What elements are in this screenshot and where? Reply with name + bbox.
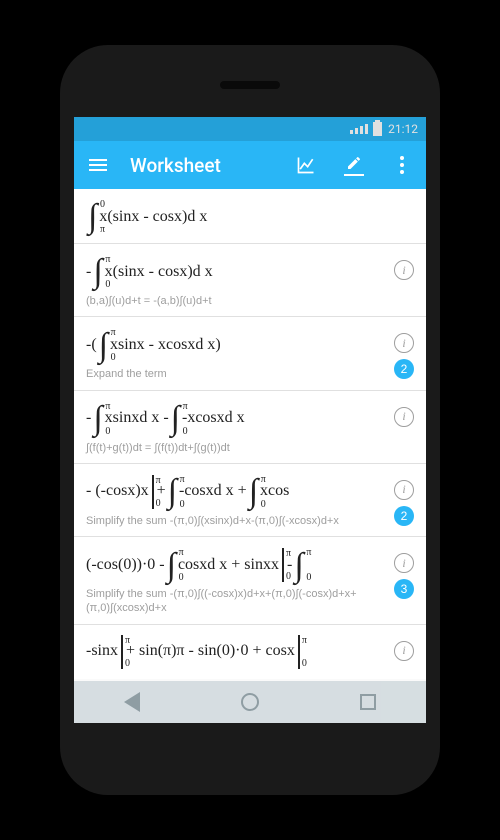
- eval-bar-icon: π 0: [282, 548, 284, 582]
- integral-icon: ∫ π 0: [171, 401, 180, 437]
- pencil-icon: [346, 155, 362, 171]
- signal-icon: [350, 124, 369, 134]
- info-button[interactable]: i: [394, 407, 414, 427]
- expr-text: x(sinx - cosx)d x: [99, 207, 207, 228]
- info-button[interactable]: i: [394, 480, 414, 500]
- integral-icon: ∫ π 0: [168, 474, 177, 510]
- integral-icon: ∫ 0 π: [88, 199, 97, 235]
- screen: 21:12 Worksheet: [74, 117, 426, 723]
- plot-button[interactable]: [290, 149, 322, 181]
- eval-bar-icon: π 0: [121, 635, 123, 669]
- hint-text: (b,a)∫(u)d+t = -(a,b)∫(u)d+t: [86, 294, 386, 308]
- expr-text: -: [86, 262, 91, 283]
- nav-back-button[interactable]: [124, 692, 140, 712]
- worksheet-row[interactable]: (-cos(0))·0 - ∫ π 0 cosxd x + sinxx π 0: [74, 537, 426, 625]
- hint-text: Simplify the sum -(π,0)∫(xsinx)d+x-(π,0)…: [86, 514, 386, 528]
- expr-text: + sin(π)π - sin(0)·0 + cosx: [126, 641, 295, 662]
- step-count-badge[interactable]: 3: [394, 579, 414, 599]
- worksheet-list[interactable]: ∫ 0 π x(sinx - cosx)d x - ∫ π: [74, 189, 426, 681]
- expr-text: -(: [86, 335, 97, 356]
- step-count-badge[interactable]: 2: [394, 359, 414, 379]
- info-button[interactable]: i: [394, 553, 414, 573]
- step-count-badge[interactable]: 2: [394, 506, 414, 526]
- device-speaker: [220, 81, 280, 89]
- app-bar: Worksheet: [74, 141, 426, 189]
- worksheet-row[interactable]: ∫ 0 π x(sinx - cosx)d x: [74, 189, 426, 244]
- kebab-icon: [400, 156, 404, 174]
- expr-text: - (-cosx)x: [86, 481, 149, 502]
- worksheet-row[interactable]: - ∫ π 0 xsinxd x - ∫ π 0 -xcosxd x: [74, 391, 426, 464]
- clock-text: 21:12: [388, 122, 418, 136]
- chart-icon: [296, 155, 316, 175]
- status-bar: 21:12: [74, 117, 426, 141]
- hint-text: Simplify the sum -(π,0)∫((-cosx)x)d+x+(π…: [86, 587, 386, 616]
- expr-text: -cosxd x +: [179, 481, 247, 502]
- eval-bar-icon: π 0: [152, 475, 154, 509]
- nav-home-button[interactable]: [241, 693, 259, 711]
- edit-button[interactable]: [338, 149, 370, 181]
- expr-text: -xcosxd x: [182, 408, 245, 429]
- info-button[interactable]: i: [394, 333, 414, 353]
- expr-text: xsinxd x -: [105, 408, 169, 429]
- expr-text: -sinx: [86, 641, 118, 662]
- info-button[interactable]: i: [394, 641, 414, 661]
- integral-icon: ∫ π 0: [93, 254, 102, 290]
- eval-bar-icon: π 0: [298, 635, 300, 669]
- worksheet-row[interactable]: - (-cosx)x π 0 + ∫ π 0 -cosxd x +: [74, 464, 426, 537]
- worksheet-row[interactable]: -( ∫ π 0 xsinx - xcosxd x) Expand the te…: [74, 317, 426, 390]
- expr-text: xsinx - xcosxd x): [110, 335, 221, 356]
- integral-icon: ∫ π 0: [99, 327, 108, 363]
- integral-icon: ∫ π 0: [249, 474, 258, 510]
- nav-recent-button[interactable]: [360, 694, 376, 710]
- expr-text: cosxd x + sinxx: [178, 555, 279, 576]
- underline-icon: [344, 174, 364, 176]
- overflow-button[interactable]: [386, 149, 418, 181]
- battery-icon: [373, 122, 382, 136]
- device-frame: 21:12 Worksheet: [60, 45, 440, 795]
- expr-text: -: [86, 408, 91, 429]
- appbar-title: Worksheet: [130, 154, 221, 177]
- integral-icon: ∫ π 0: [294, 547, 303, 583]
- nav-bar: [74, 681, 426, 723]
- hint-text: ∫(f(t)+g(t))dt = ∫(f(t))dt+∫(g(t))dt: [86, 441, 386, 455]
- menu-button[interactable]: [82, 149, 114, 181]
- expr-text: (-cos(0))·0 -: [86, 555, 165, 576]
- integral-icon: ∫ π 0: [93, 401, 102, 437]
- info-button[interactable]: i: [394, 260, 414, 280]
- integral-icon: ∫ π 0: [167, 547, 176, 583]
- worksheet-row[interactable]: - ∫ π 0 x(sinx - cosx)d x (b,a)∫(u)d+t =…: [74, 244, 426, 317]
- hamburger-icon: [89, 156, 107, 174]
- expr-text: x(sinx - cosx)d x: [105, 262, 213, 283]
- hint-text: Expand the term: [86, 367, 386, 381]
- worksheet-row[interactable]: -sinx π 0 + sin(π)π - sin(0)·0 + cosx π …: [74, 625, 426, 679]
